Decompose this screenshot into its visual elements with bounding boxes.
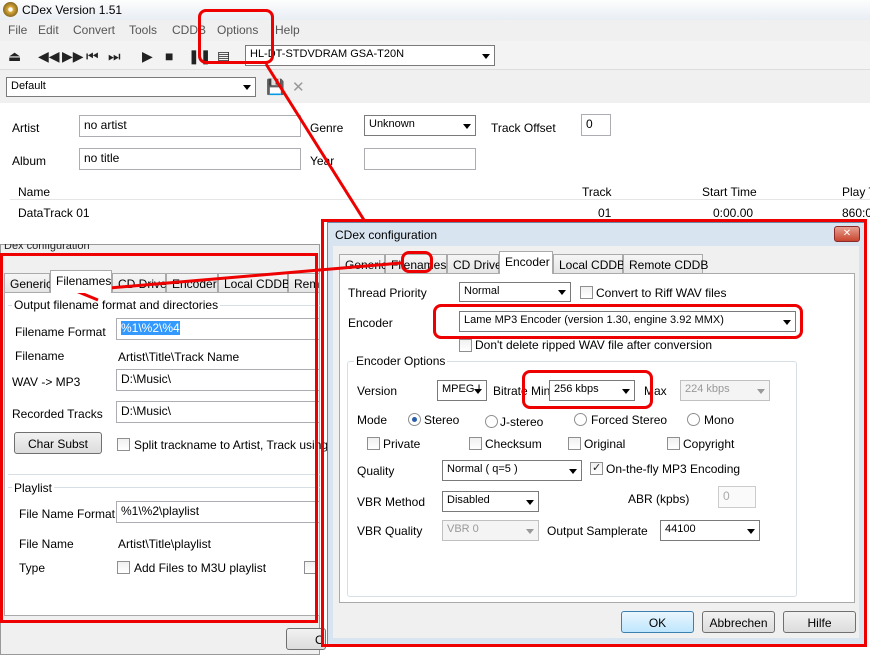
back-tab-filenames[interactable]: Filenames — [50, 270, 112, 293]
arrow-filenames-tab — [85, 261, 402, 292]
front-tab-encoder[interactable]: Encoder — [499, 251, 553, 274]
annotation-arrows — [72, 63, 402, 302]
arrow-options-to-dialog — [264, 63, 366, 221]
